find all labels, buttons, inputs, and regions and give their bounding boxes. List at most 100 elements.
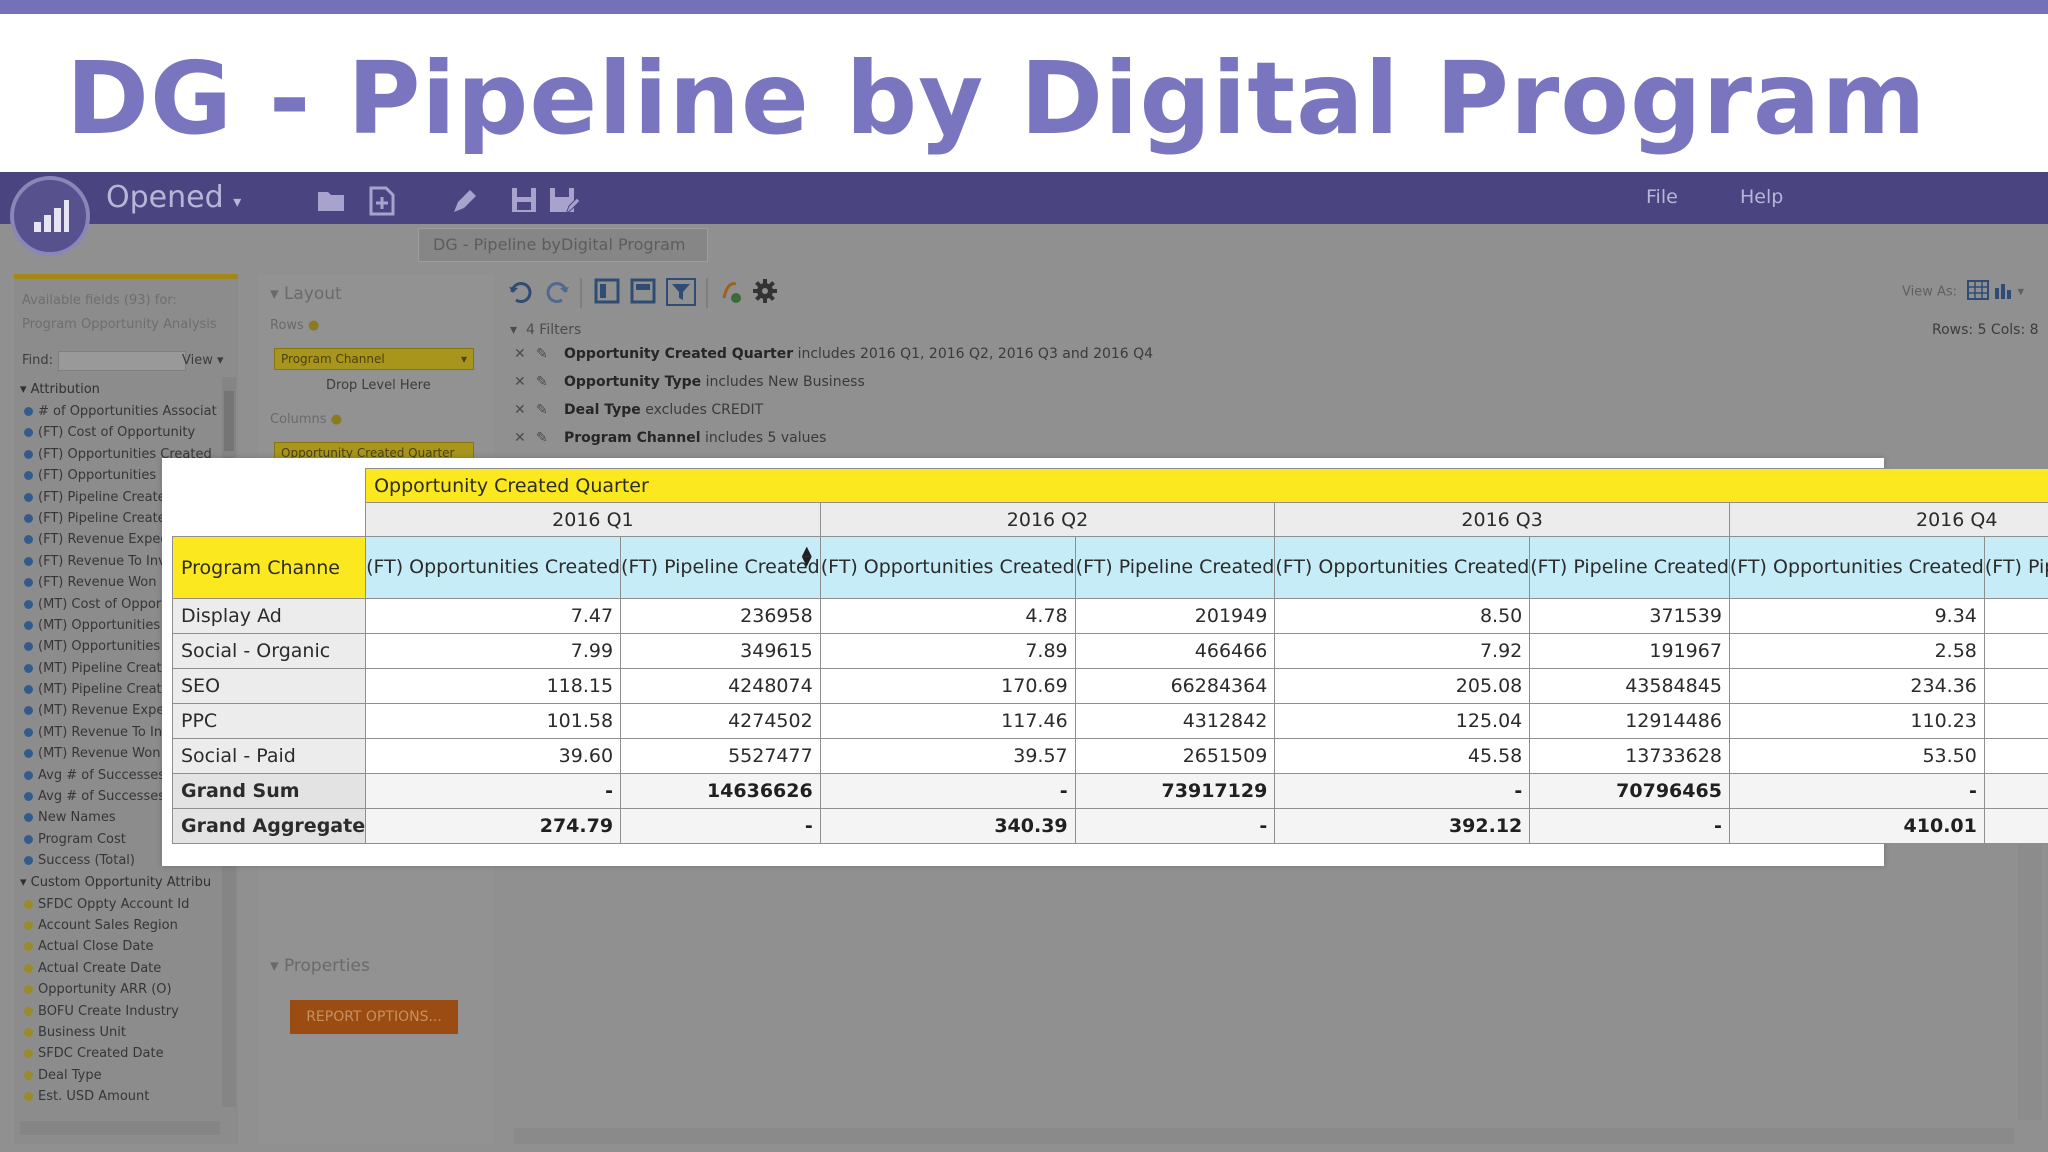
- field-list-item[interactable]: Business Unit: [20, 1022, 228, 1043]
- table-cell: 371539: [1529, 598, 1730, 634]
- measure-header[interactable]: (FT) Opportunities Created: [819, 536, 1076, 599]
- remove-filter-icon[interactable]: ✕: [514, 346, 536, 362]
- quarter-header[interactable]: 2016 Q4: [1728, 502, 2048, 537]
- report-hscrollbar[interactable]: [514, 1128, 2014, 1144]
- table-toggle-icon[interactable]: [630, 278, 656, 311]
- filter-icon[interactable]: [666, 278, 696, 313]
- undo-icon[interactable]: [508, 278, 534, 311]
- grid-view-icon[interactable]: [1967, 280, 1990, 304]
- edit-filter-icon[interactable]: ✎: [536, 402, 564, 418]
- field-list-item[interactable]: Opportunity ARR (O): [20, 979, 228, 1000]
- chevron-down-icon: ▾: [460, 352, 467, 366]
- measure-header[interactable]: (FT) Pipeline Created: [1074, 536, 1276, 599]
- row-label[interactable]: Display Ad: [171, 598, 367, 634]
- measure-header[interactable]: (FT) Opportunities Created: [1728, 536, 1985, 599]
- measure-header[interactable]: (FT) Opportunities Created: [365, 536, 622, 599]
- find-input[interactable]: [58, 351, 186, 371]
- view-dropdown[interactable]: View ▾: [182, 353, 224, 368]
- remove-filter-icon[interactable]: ✕: [514, 430, 536, 446]
- layout-toggle-icon[interactable]: [594, 278, 620, 311]
- open-folder-icon[interactable]: [316, 186, 348, 221]
- field-list-item[interactable]: Actual Create Date: [20, 958, 228, 979]
- measure-header[interactable]: (FT) Pipeline Created: [1529, 536, 1730, 599]
- table-cell: 53.50: [1728, 738, 1985, 774]
- quarter-header[interactable]: 2016 Q3: [1274, 502, 1730, 537]
- redo-icon[interactable]: [544, 278, 570, 311]
- field-type-icon: [24, 856, 33, 866]
- filter-row[interactable]: ✕ ✎ Deal Type excludes CREDIT: [514, 402, 763, 426]
- chart-view-icon[interactable]: [1993, 280, 2013, 304]
- row-label[interactable]: Social - Organic: [171, 633, 367, 669]
- measure-header[interactable]: (FT) Pipeline Created: [1983, 536, 2048, 599]
- drop-level-here[interactable]: Drop Level Here: [326, 378, 431, 393]
- field-list-item[interactable]: BOFU Create Industry: [20, 1001, 228, 1022]
- row-dimension-header[interactable]: Program Channe: [171, 536, 367, 599]
- field-list-item[interactable]: Account Sales Region: [20, 915, 228, 936]
- field-type-icon: [24, 642, 33, 652]
- field-label: (MT) Pipeline Creat: [38, 660, 162, 676]
- filter-name: Opportunity Type: [564, 374, 702, 390]
- measure-header[interactable]: (FT) Opportunities Created: [1274, 536, 1531, 599]
- table-cell: 66284364: [1074, 668, 1276, 704]
- field-label: (FT) Revenue To Inv: [38, 553, 166, 569]
- rows-pill[interactable]: Program Channel ▾: [274, 348, 474, 370]
- row-label[interactable]: Grand Sum: [171, 773, 367, 809]
- table-cell: 125.04: [1274, 703, 1531, 739]
- settings-gear-icon[interactable]: [752, 278, 778, 311]
- field-list-item[interactable]: Actual Close Date: [20, 936, 228, 957]
- field-type-icon: [24, 556, 33, 566]
- row-label[interactable]: Social - Paid: [171, 738, 367, 774]
- report-options-button[interactable]: REPORT OPTIONS...: [290, 1000, 458, 1034]
- field-list-item[interactable]: # of Opportunities Associat: [20, 401, 228, 422]
- remove-filter-icon[interactable]: ✕: [514, 402, 536, 418]
- filter-row[interactable]: ✕ ✎ Program Channel includes 5 values: [514, 430, 826, 454]
- menu-file[interactable]: File: [1646, 186, 1678, 208]
- edit-pencil-icon[interactable]: [450, 186, 480, 223]
- field-list-hscrollbar[interactable]: [20, 1121, 220, 1135]
- measure-header[interactable]: (FT) Pipeline Created ▲ ▼: [620, 536, 821, 599]
- chevron-down-icon[interactable]: ▾: [2017, 285, 2024, 300]
- row-label[interactable]: PPC: [171, 703, 367, 739]
- save-as-icon[interactable]: [548, 186, 581, 223]
- field-list-item[interactable]: (FT) Cost of Opportunity: [20, 422, 228, 443]
- column-dimension-header[interactable]: Opportunity Created Quarter ▲▼: [365, 468, 2048, 503]
- row-label[interactable]: SEO: [171, 668, 367, 704]
- field-list-item[interactable]: Est. USD Amount: [20, 1086, 228, 1107]
- field-list-item[interactable]: Deal Type: [20, 1065, 228, 1086]
- menu-help[interactable]: Help: [1740, 186, 1783, 208]
- app-logo-icon[interactable]: [10, 176, 90, 256]
- group-attribution[interactable]: ▾ Attribution: [20, 379, 230, 401]
- properties-header[interactable]: ▾ Properties: [270, 956, 370, 976]
- table-cell: -: [1074, 808, 1276, 844]
- new-report-icon[interactable]: [368, 186, 396, 223]
- scrollbar-thumb[interactable]: [224, 391, 234, 451]
- save-icon[interactable]: [510, 186, 538, 221]
- field-type-icon: [24, 985, 33, 995]
- mode-dropdown[interactable]: Opened ▾: [106, 180, 241, 215]
- edit-filter-icon[interactable]: ✎: [536, 430, 564, 446]
- group-custom[interactable]: ▾ Custom Opportunity Attribu: [20, 872, 230, 894]
- field-list-item[interactable]: SFDC Created Date: [20, 1043, 228, 1064]
- remove-filter-icon[interactable]: ✕: [514, 374, 536, 390]
- table-cell: 117.46: [819, 703, 1076, 739]
- field-label: (MT) Cost of Oppor: [38, 596, 162, 612]
- formula-icon[interactable]: [718, 278, 744, 313]
- document-tab[interactable]: DG - Pipeline byDigital Program: [418, 228, 708, 262]
- filters-toggle[interactable]: ▾ 4 Filters: [510, 322, 581, 338]
- edit-filter-icon[interactable]: ✎: [536, 374, 564, 390]
- edit-filter-icon[interactable]: ✎: [536, 346, 564, 362]
- table-cell: 49417643: [1983, 668, 2048, 704]
- table-cell: 4312842: [1074, 703, 1276, 739]
- quarter-header[interactable]: 2016 Q2: [819, 502, 1276, 537]
- filter-row[interactable]: ✕ ✎ Opportunity Type includes New Business: [514, 374, 865, 398]
- field-list-item[interactable]: SFDC Oppty Account Id: [20, 894, 228, 915]
- field-label: (MT) Revenue To In: [38, 724, 163, 740]
- filter-condition: includes 5 values: [705, 430, 827, 446]
- layout-header[interactable]: ▾ Layout: [270, 284, 342, 304]
- quarter-header[interactable]: 2016 Q1: [365, 502, 821, 537]
- columns-label: Columns ●: [270, 412, 343, 427]
- filter-row[interactable]: ✕ ✎ Opportunity Created Quarter includes 2…: [514, 346, 1153, 370]
- row-label[interactable]: Grand Aggregate: [171, 808, 367, 844]
- sort-icon[interactable]: ▲ ▼: [802, 545, 812, 568]
- field-label: Success (Total): [38, 853, 135, 869]
